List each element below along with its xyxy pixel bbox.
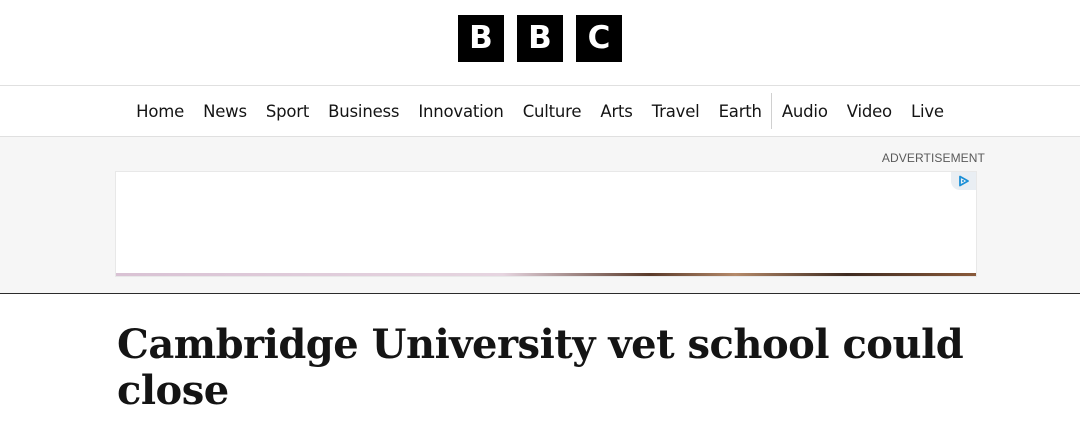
nav-item-culture[interactable]: Culture bbox=[513, 102, 591, 121]
logo-letter-b1: B bbox=[458, 15, 504, 62]
main-navigation: Home News Sport Business Innovation Cult… bbox=[0, 86, 1080, 137]
advertisement-label: ADVERTISEMENT bbox=[881, 151, 985, 165]
advertisement-section: ADVERTISEMENT bbox=[0, 137, 1080, 294]
adchoices-icon[interactable] bbox=[951, 172, 976, 190]
nav-item-travel[interactable]: Travel bbox=[642, 102, 709, 121]
logo-letter-c: C bbox=[576, 15, 622, 62]
advertisement-banner[interactable] bbox=[115, 171, 977, 277]
nav-item-sport[interactable]: Sport bbox=[256, 102, 318, 121]
nav-item-business[interactable]: Business bbox=[319, 102, 409, 121]
nav-item-news[interactable]: News bbox=[194, 102, 257, 121]
article: Cambridge University vet school could cl… bbox=[0, 294, 1080, 414]
nav-item-video[interactable]: Video bbox=[837, 102, 901, 121]
bbc-logo[interactable]: B B C bbox=[458, 15, 622, 62]
nav-item-home[interactable]: Home bbox=[127, 102, 194, 121]
ad-image-strip bbox=[116, 273, 976, 276]
nav-item-live[interactable]: Live bbox=[901, 102, 953, 121]
nav-item-innovation[interactable]: Innovation bbox=[409, 102, 513, 121]
nav-item-arts[interactable]: Arts bbox=[591, 102, 642, 121]
nav-item-audio[interactable]: Audio bbox=[772, 102, 837, 121]
logo-letter-b2: B bbox=[517, 15, 563, 62]
nav-item-earth[interactable]: Earth bbox=[709, 102, 771, 121]
nav-list: Home News Sport Business Innovation Cult… bbox=[127, 86, 954, 136]
article-headline: Cambridge University vet school could cl… bbox=[117, 321, 964, 414]
masthead: B B C bbox=[0, 0, 1080, 86]
